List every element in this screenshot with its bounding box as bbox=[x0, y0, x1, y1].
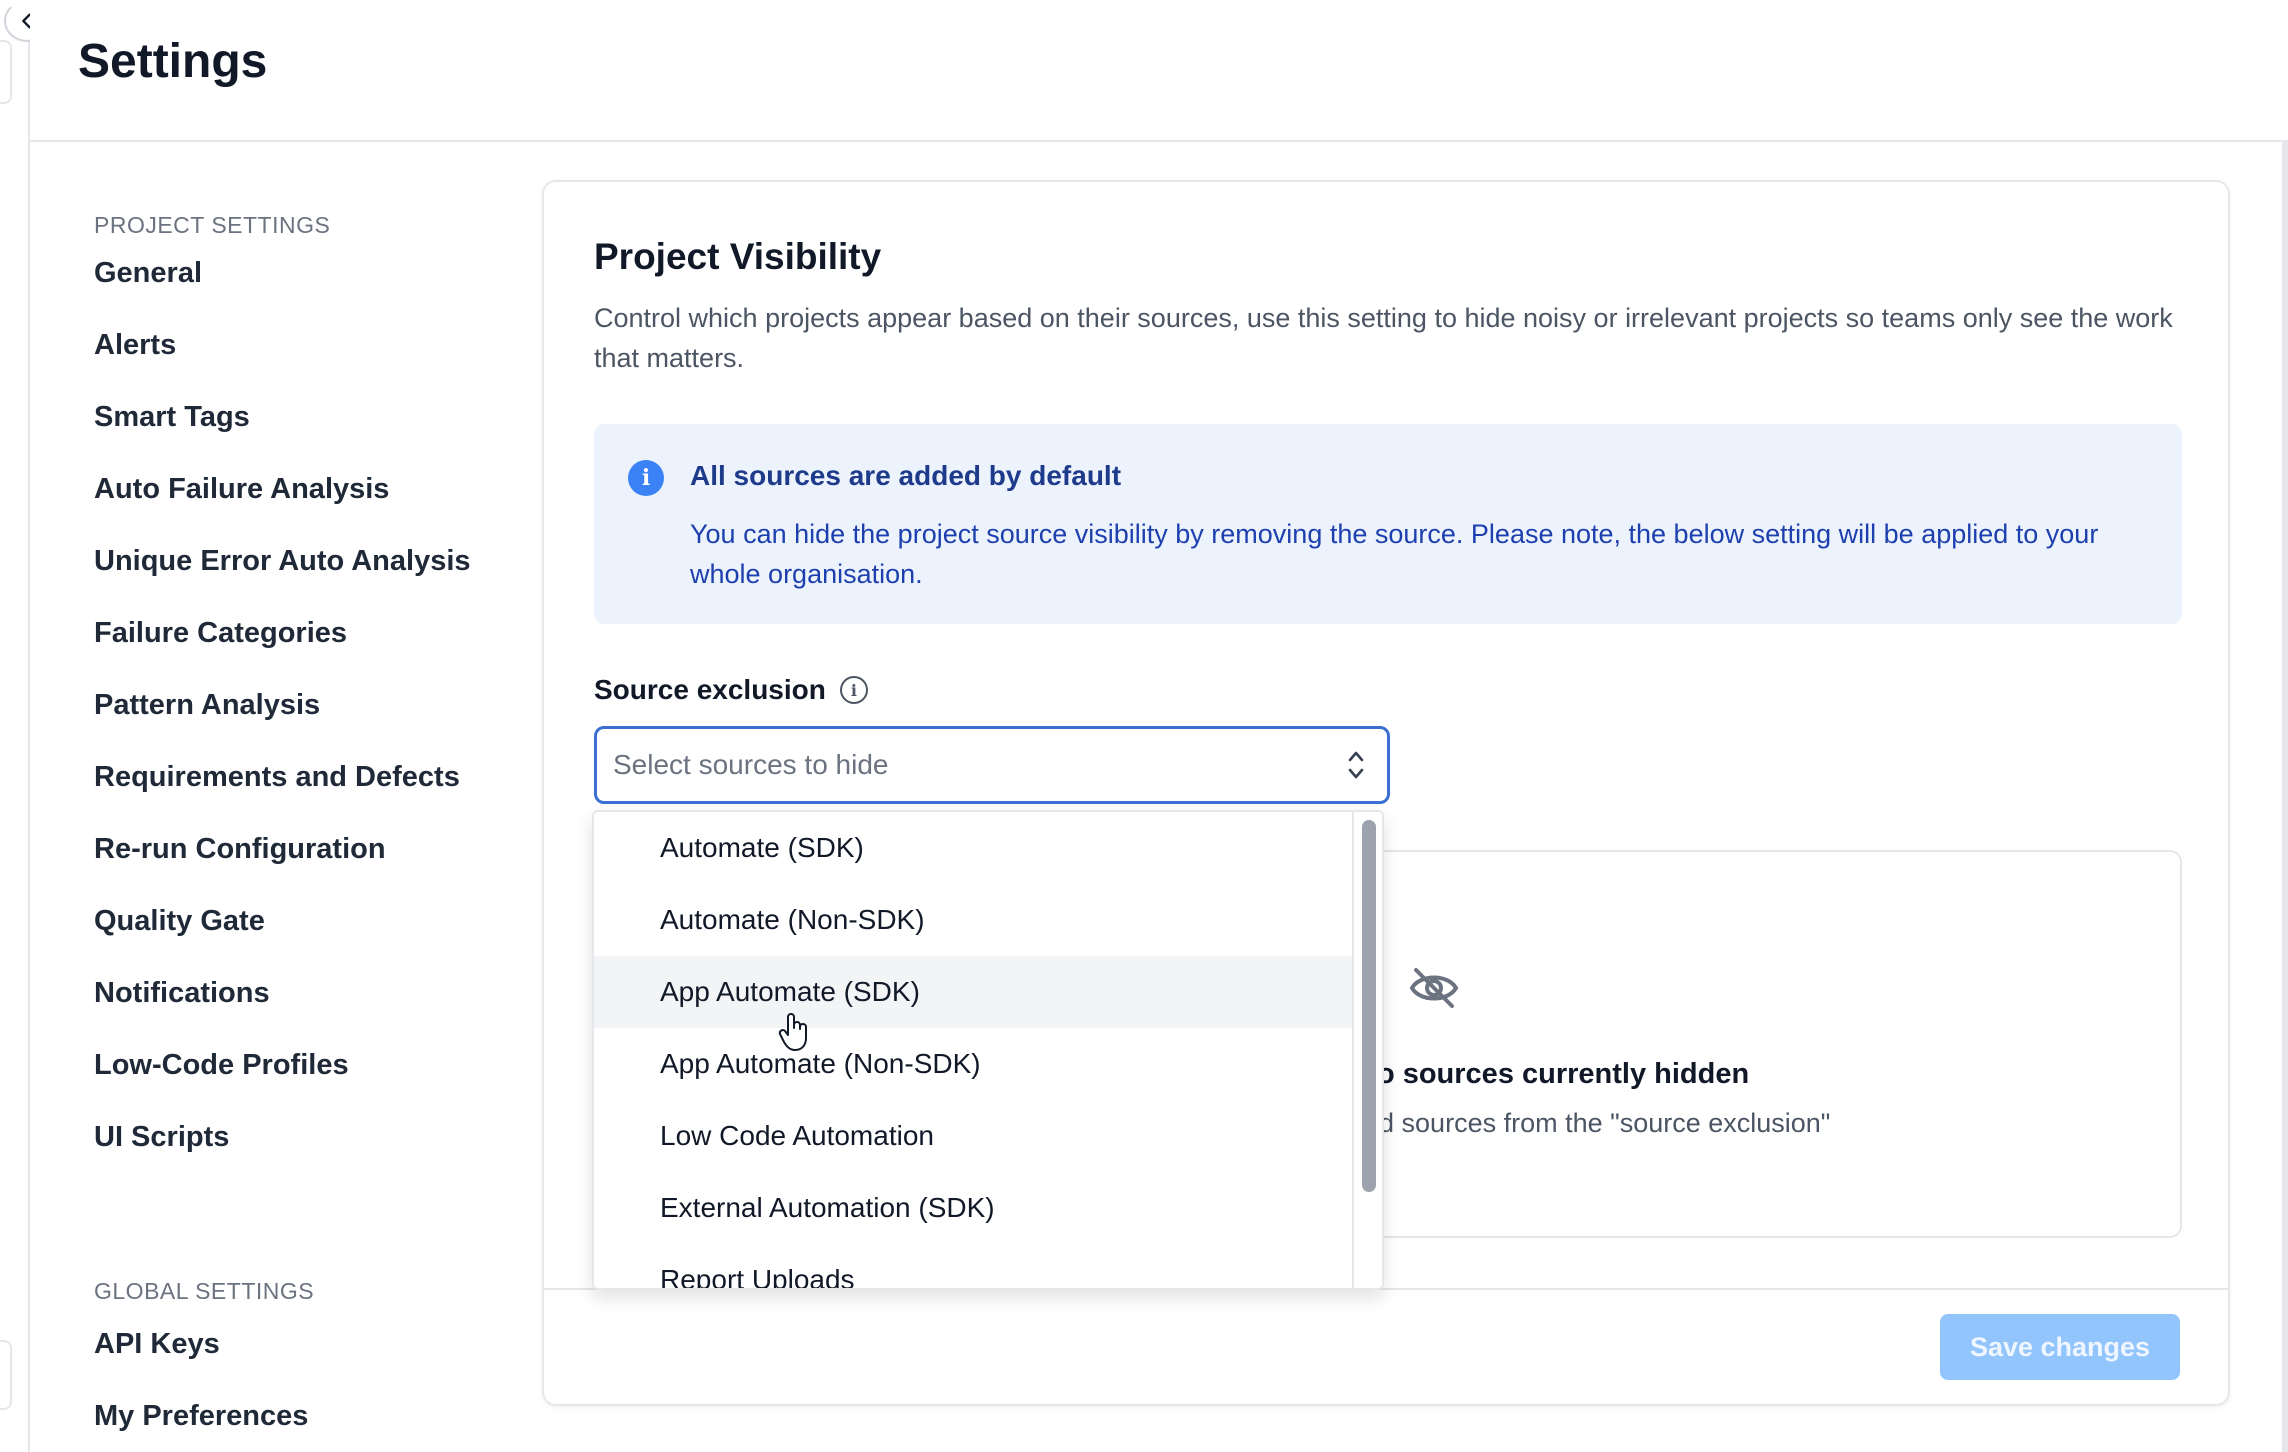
project-settings-heading: PROJECT SETTINGS bbox=[94, 212, 331, 238]
sidebar-item-unique-error-auto-analysis[interactable]: Unique Error Auto Analysis bbox=[94, 543, 524, 615]
rail-tab bbox=[0, 40, 12, 104]
sidebar-item-smart-tags[interactable]: Smart Tags bbox=[94, 399, 524, 471]
save-changes-button[interactable]: Save changes bbox=[1940, 1314, 2180, 1380]
source-exclusion-label: Source exclusion i bbox=[594, 674, 868, 706]
global-settings-heading: GLOBAL SETTINGS bbox=[94, 1278, 315, 1304]
info-banner: i All sources are added by default You c… bbox=[594, 424, 2182, 624]
card-title: Project Visibility bbox=[594, 236, 882, 277]
rail-tab-bottom bbox=[0, 1340, 12, 1410]
sidebar-item-pattern-analysis[interactable]: Pattern Analysis bbox=[94, 687, 524, 759]
sidebar-item-requirements-and-defects[interactable]: Requirements and Defects bbox=[94, 759, 524, 831]
sidebar-item-quality-gate[interactable]: Quality Gate bbox=[94, 903, 524, 975]
sidebar-item-ui-scripts[interactable]: UI Scripts bbox=[94, 1119, 524, 1191]
card-footer: Save changes bbox=[544, 1288, 2228, 1406]
dropdown-scrollbar-thumb[interactable] bbox=[1362, 820, 1376, 1192]
option-report-uploads[interactable]: Report Uploads bbox=[594, 1244, 1354, 1288]
option-low-code-automation[interactable]: Low Code Automation bbox=[594, 1100, 1354, 1172]
source-exclusion-input[interactable] bbox=[613, 749, 1313, 781]
card-description: Control which projects appear based on t… bbox=[594, 303, 2173, 373]
page-scrollbar[interactable] bbox=[2282, 142, 2288, 1452]
sidebar-item-auto-failure-analysis[interactable]: Auto Failure Analysis bbox=[94, 471, 524, 543]
source-options-dropdown: Automate (SDK) Automate (Non-SDK) App Au… bbox=[592, 810, 1384, 1290]
info-outline-icon[interactable]: i bbox=[839, 676, 868, 704]
source-exclusion-select[interactable] bbox=[594, 726, 1390, 804]
option-automate-sdk[interactable]: Automate (SDK) bbox=[594, 812, 1354, 884]
page-header: Settings bbox=[30, 0, 2288, 142]
source-exclusion-label-text: Source exclusion bbox=[594, 674, 826, 705]
chevron-up-down-icon bbox=[1348, 751, 1364, 779]
info-banner-title: All sources are added by default bbox=[690, 460, 1122, 491]
info-banner-body: You can hide the project source visibili… bbox=[690, 519, 2099, 589]
dropdown-scrollbar[interactable] bbox=[1352, 812, 1382, 1288]
sidebar-item-alerts[interactable]: Alerts bbox=[94, 327, 524, 399]
global-settings-nav: API Keys My Preferences bbox=[94, 1326, 308, 1452]
eye-off-icon bbox=[1409, 968, 1459, 1008]
sidebar-item-api-keys[interactable]: API Keys bbox=[94, 1326, 308, 1398]
sidebar-item-low-code-profiles[interactable]: Low-Code Profiles bbox=[94, 1047, 524, 1119]
page-title: Settings bbox=[78, 35, 268, 88]
sidebar-item-general[interactable]: General bbox=[94, 255, 524, 327]
sidebar-item-rerun-configuration[interactable]: Re-run Configuration bbox=[94, 831, 524, 903]
option-external-automation-sdk[interactable]: External Automation (SDK) bbox=[594, 1172, 1354, 1244]
info-icon: i bbox=[628, 460, 664, 496]
sidebar-item-my-preferences[interactable]: My Preferences bbox=[94, 1398, 308, 1452]
settings-sidebar: PROJECT SETTINGS General Alerts Smart Ta… bbox=[94, 212, 524, 1191]
empty-state-title: No sources currently hidden bbox=[1356, 1058, 1750, 1090]
left-rail bbox=[0, 0, 30, 1452]
sidebar-item-failure-categories[interactable]: Failure Categories bbox=[94, 615, 524, 687]
option-app-automate-sdk[interactable]: App Automate (SDK) bbox=[594, 956, 1354, 1028]
source-options-list: Automate (SDK) Automate (Non-SDK) App Au… bbox=[594, 812, 1354, 1288]
option-app-automate-non-sdk[interactable]: App Automate (Non-SDK) bbox=[594, 1028, 1354, 1100]
option-automate-non-sdk[interactable]: Automate (Non-SDK) bbox=[594, 884, 1354, 956]
empty-state-description: Add sources from the "source exclusion" bbox=[1346, 1108, 1831, 1138]
sidebar-item-notifications[interactable]: Notifications bbox=[94, 975, 524, 1047]
